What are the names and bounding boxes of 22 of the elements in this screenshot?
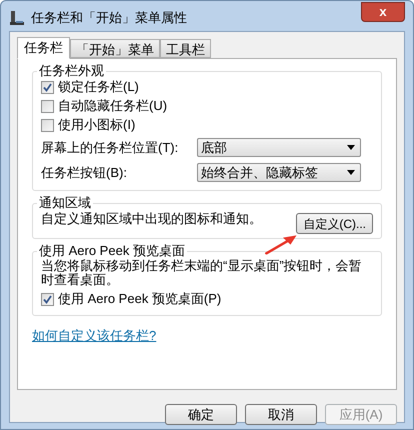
checkbox-label: 使用 Aero Peek 预览桌面(P) [58, 291, 222, 307]
group-title: 通知区域 [38, 195, 92, 211]
dialog-button[interactable]: 确定 [165, 404, 237, 425]
tab[interactable]: 任务栏 [17, 37, 70, 59]
checkbox-label: 锁定任务栏(L) [58, 79, 139, 95]
description-text: 自定义通知区域中出现的图标和通知。 [41, 211, 262, 227]
group-title: 任务栏外观 [38, 63, 105, 79]
checkbox-label: 自动隐藏任务栏(U) [58, 98, 168, 114]
tab[interactable]: 工具栏 [160, 39, 211, 58]
tab[interactable]: 「开始」菜单 [70, 39, 160, 58]
help-link[interactable]: 如何自定义该任务栏? [32, 328, 156, 344]
checkbox-label: 使用小图标(I) [58, 117, 136, 133]
group-title: 使用 Aero Peek 预览桌面 [38, 243, 186, 259]
dropdown[interactable]: 始终合并、隐藏标签 [197, 163, 361, 182]
dropdown-label: 任务栏按钮(B): [41, 164, 128, 180]
window-title: 任务栏和「开始」菜单属性 [31, 9, 187, 28]
dropdown-label: 屏幕上的任务栏位置(T): [41, 140, 180, 156]
close-button[interactable]: x [361, 2, 405, 22]
dropdown[interactable]: 底部 [197, 138, 361, 157]
customize-button[interactable]: 自定义(C)... [296, 213, 373, 234]
dialog-button[interactable]: 取消 [245, 404, 317, 425]
description-text: 当您将鼠标移动到任务栏末端的“显示桌面”按钮时，会暂时查看桌面。 [41, 259, 363, 287]
